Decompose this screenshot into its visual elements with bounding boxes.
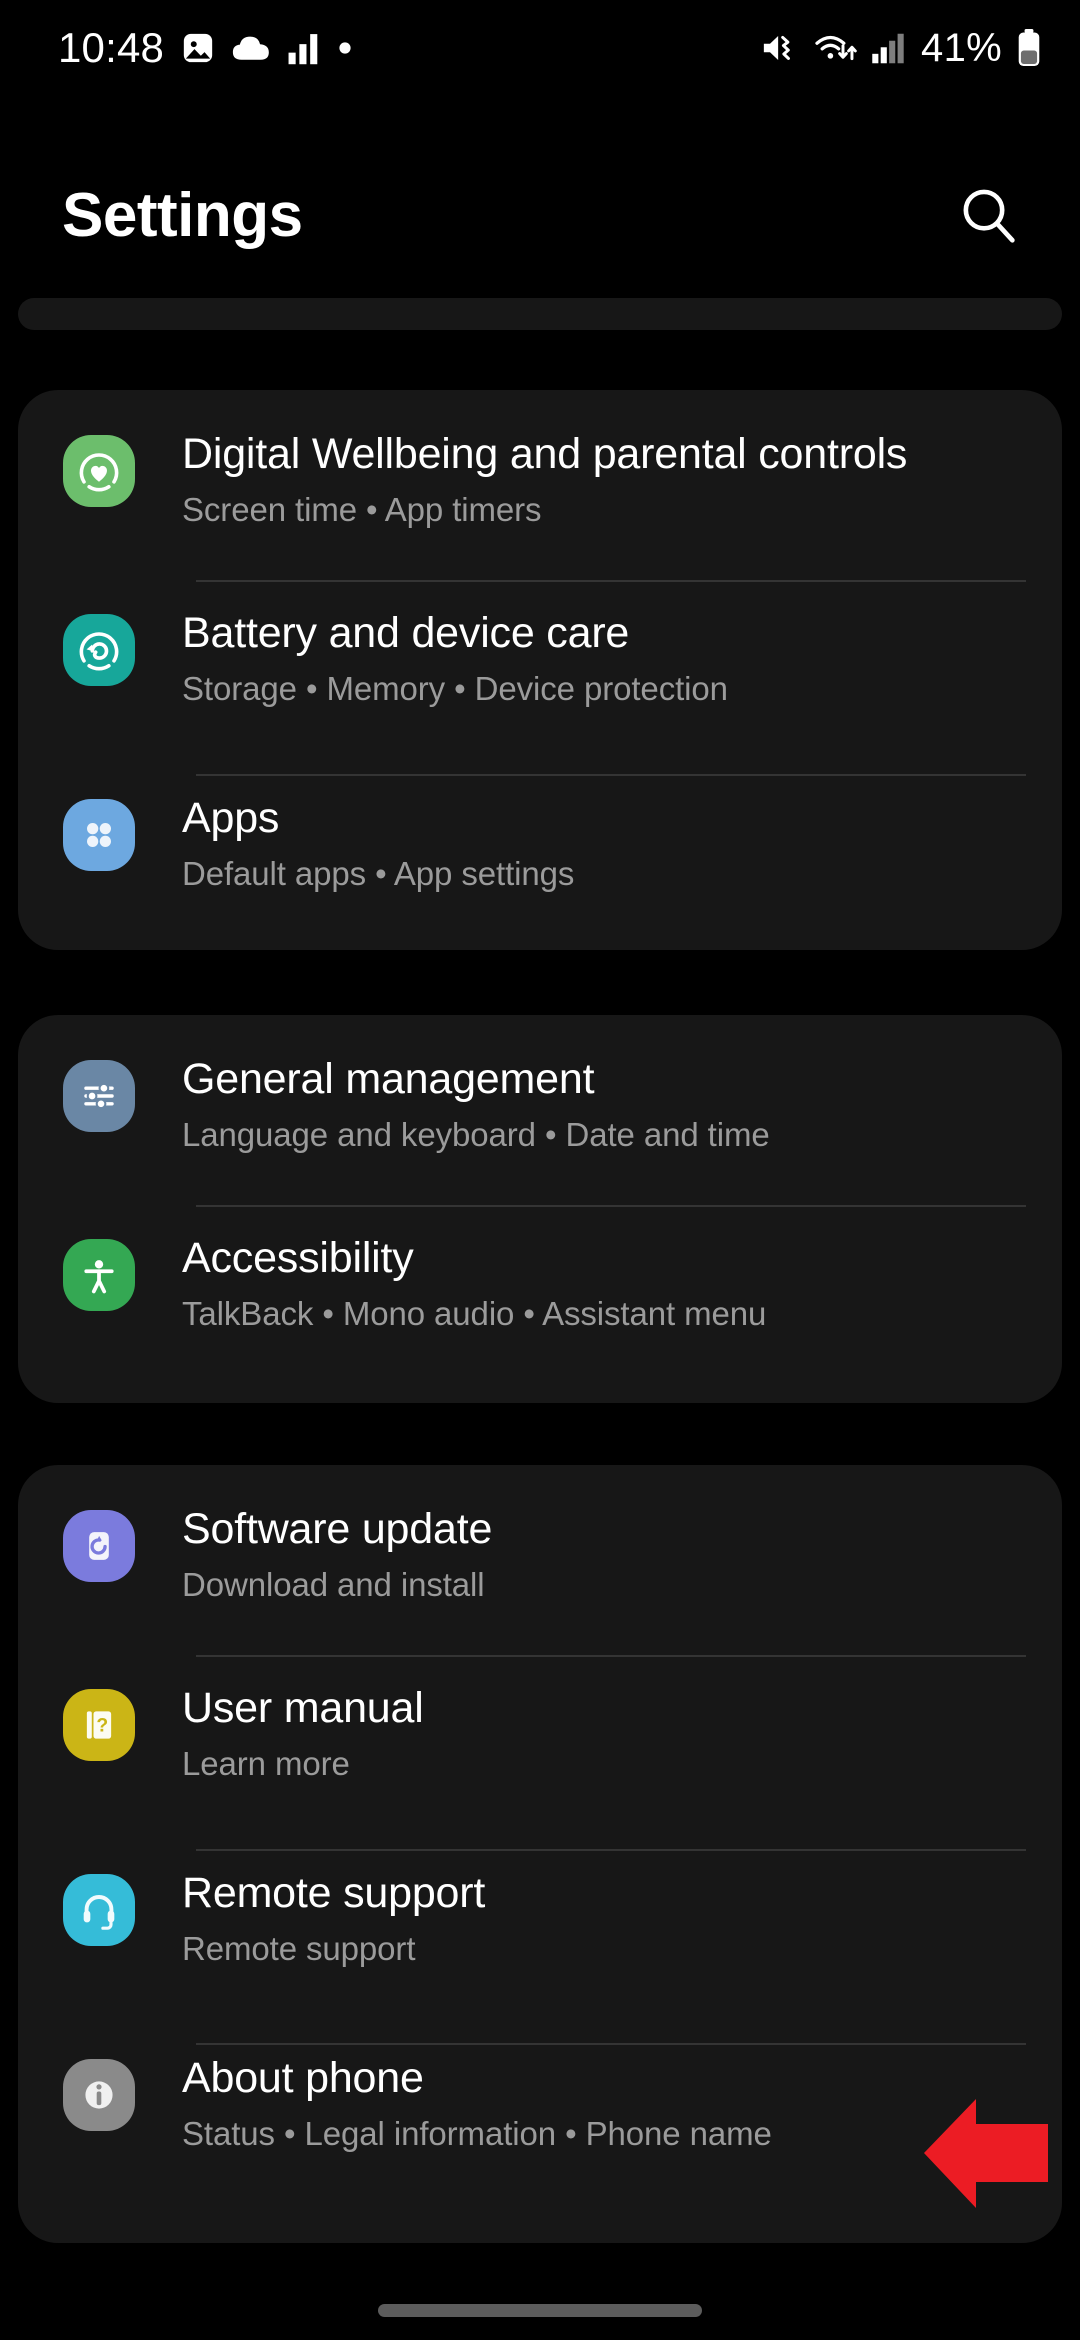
settings-item-subtitle: TalkBack • Mono audio • Assistant menu — [182, 1295, 767, 1332]
settings-item-remote-support[interactable]: Remote support Remote support — [18, 1835, 1062, 2020]
settings-group-system: General management Language and keyboard… — [18, 1015, 1062, 1403]
settings-item-title: User manual — [182, 1684, 424, 1732]
settings-item-subtitle: Status • Legal information • Phone name — [182, 2115, 772, 2152]
settings-item-accessibility[interactable]: Accessibility TalkBack • Mono audio • As… — [18, 1200, 1062, 1380]
phone-screen: 10:48 41% Settings Digital Wellbeing and… — [0, 0, 1080, 2340]
settings-scroll-area[interactable]: Digital Wellbeing and parental controls … — [0, 0, 1080, 2340]
settings-item-title: Remote support — [182, 1869, 486, 1917]
settings-item-apps[interactable]: Apps Default apps • App settings — [18, 760, 1062, 940]
settings-group-about: Software update Download and install ? U… — [18, 1465, 1062, 2243]
settings-item-software-update[interactable]: Software update Download and install — [18, 1465, 1062, 1650]
settings-item-battery-device-care[interactable]: Battery and device care Storage • Memory… — [18, 575, 1062, 760]
settings-item-title: Accessibility — [182, 1234, 414, 1282]
settings-item-title: Digital Wellbeing and parental controls — [182, 430, 908, 478]
settings-item-subtitle: Learn more — [182, 1745, 350, 1782]
settings-item-general-management[interactable]: General management Language and keyboard… — [18, 1015, 1062, 1200]
settings-item-subtitle: Language and keyboard • Date and time — [182, 1116, 770, 1153]
settings-item-text: Digital Wellbeing and parental controls … — [182, 428, 907, 532]
software-update-icon — [60, 1507, 138, 1585]
settings-item-user-manual[interactable]: ? User manual Learn more — [18, 1650, 1062, 1835]
settings-item-text: Apps Default apps • App settings — [182, 792, 574, 896]
settings-item-text: User manual Learn more — [182, 1682, 424, 1786]
settings-item-text: Software update Download and install — [182, 1503, 492, 1607]
settings-item-text: About phone Status • Legal information •… — [182, 2052, 772, 2156]
battery-device-care-icon — [60, 611, 138, 689]
about-phone-icon — [60, 2056, 138, 2134]
settings-item-subtitle: Screen time • App timers — [182, 491, 542, 528]
settings-item-subtitle: Download and install — [182, 1566, 485, 1603]
settings-item-text: Battery and device care Storage • Memory… — [182, 607, 728, 711]
digital-wellbeing-icon — [60, 432, 138, 510]
apps-icon — [60, 796, 138, 874]
settings-item-title: Apps — [182, 794, 280, 842]
svg-text:?: ? — [96, 1715, 108, 1737]
settings-item-title: Software update — [182, 1505, 493, 1553]
settings-item-subtitle: Default apps • App settings — [182, 855, 575, 892]
home-gesture-bar[interactable] — [378, 2304, 702, 2317]
settings-item-text: General management Language and keyboard… — [182, 1053, 770, 1157]
accessibility-icon — [60, 1236, 138, 1314]
sliders-icon — [60, 1057, 138, 1135]
settings-item-about-phone[interactable]: About phone Status • Legal information •… — [18, 2020, 1062, 2200]
settings-item-text: Remote support Remote support — [182, 1867, 485, 1971]
settings-item-title: About phone — [182, 2054, 424, 2102]
settings-group-partial[interactable] — [18, 298, 1062, 330]
settings-item-title: General management — [182, 1055, 595, 1103]
settings-item-text: Accessibility TalkBack • Mono audio • As… — [182, 1232, 766, 1336]
settings-item-subtitle: Storage • Memory • Device protection — [182, 670, 728, 707]
settings-item-title: Battery and device care — [182, 609, 630, 657]
settings-group-device: Digital Wellbeing and parental controls … — [18, 390, 1062, 950]
user-manual-icon: ? — [60, 1686, 138, 1764]
settings-item-digital-wellbeing[interactable]: Digital Wellbeing and parental controls … — [18, 390, 1062, 575]
settings-item-subtitle: Remote support — [182, 1930, 416, 1967]
remote-support-icon — [60, 1871, 138, 1949]
